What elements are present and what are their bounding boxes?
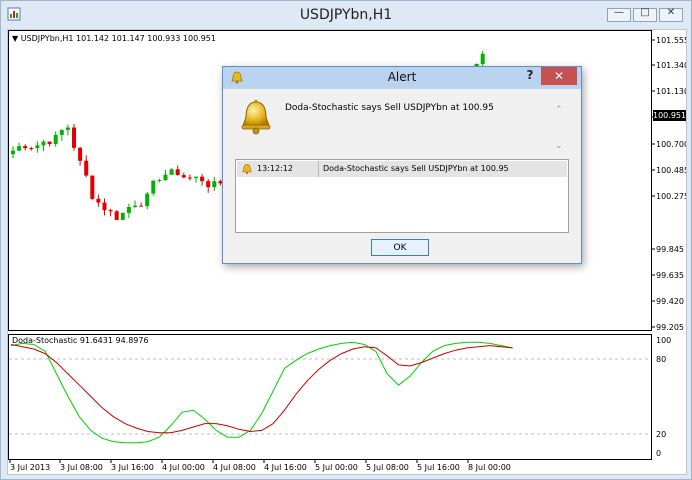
ok-button[interactable]: OK bbox=[371, 239, 429, 256]
alert-message-area: Doda-Stochastic says Sell USDJPYbn at 10… bbox=[223, 89, 581, 159]
candle-body bbox=[102, 202, 107, 211]
candle-body bbox=[206, 181, 211, 188]
candle-body bbox=[126, 207, 131, 213]
osc-tick-label: 0 bbox=[656, 449, 661, 458]
price-axis: 101.555101.340101.130100.915100.700100.4… bbox=[651, 36, 686, 332]
help-button[interactable]: ? bbox=[521, 68, 539, 86]
candle-body bbox=[17, 146, 22, 151]
price-tick-label: 99.420 bbox=[656, 297, 684, 306]
candle-body bbox=[84, 160, 89, 176]
time-tick-label: 4 Jul 00:00 bbox=[162, 463, 205, 472]
time-tick-label: 5 Jul 00:00 bbox=[315, 463, 358, 472]
candle-body bbox=[169, 169, 174, 175]
price-tick-label: 99.205 bbox=[656, 323, 684, 332]
time-tick-label: 3 Jul 2013 bbox=[10, 463, 50, 472]
main-line bbox=[10, 344, 513, 434]
maximize-icon: □ bbox=[640, 7, 650, 18]
time-axis: 3 Jul 2013 3 Jul 08:00 3 Jul 16:00 4 Jul 00… bbox=[9, 460, 511, 472]
alert-dialog[interactable]: Alert ? ✕ Doda-Stochastic says Sell USDJ… bbox=[222, 66, 582, 264]
candle-body bbox=[120, 212, 125, 220]
candle-body bbox=[47, 141, 52, 145]
bell-icon bbox=[241, 99, 271, 135]
osc-tick-label: 80 bbox=[656, 355, 666, 364]
candle-body bbox=[53, 134, 58, 145]
price-tick-label: 99.845 bbox=[656, 245, 684, 254]
oscillator-group bbox=[10, 341, 513, 444]
scroll-down-icon[interactable]: ⌄ bbox=[555, 141, 563, 151]
candle-body bbox=[114, 211, 119, 220]
candle-body bbox=[96, 198, 101, 203]
candle-body bbox=[194, 176, 198, 178]
candle-body bbox=[175, 169, 180, 176]
current-price-tag: 100.951 bbox=[653, 110, 687, 121]
time-tick-label: 3 Jul 08:00 bbox=[60, 463, 103, 472]
scroll-up-icon[interactable]: ⌃ bbox=[555, 105, 563, 115]
candle-body bbox=[90, 175, 95, 199]
candle-body bbox=[151, 180, 156, 194]
row-time: 13:12:12 bbox=[257, 164, 293, 173]
candle-body bbox=[59, 129, 64, 135]
oscillator-label: Doda-Stochastic 91.6431 94.8976 bbox=[12, 336, 149, 345]
candle-body bbox=[11, 150, 15, 155]
price-tick-label: 100.485 bbox=[656, 166, 686, 175]
close-button[interactable]: ✕ bbox=[659, 7, 683, 22]
price-tick-label: 99.635 bbox=[656, 271, 684, 280]
price-tick-label: 101.555 bbox=[656, 36, 686, 45]
candle-body bbox=[157, 180, 162, 182]
alert-message: Doda-Stochastic says Sell USDJPYbn at 10… bbox=[285, 103, 494, 113]
candle-body bbox=[23, 146, 28, 149]
bell-icon bbox=[242, 164, 252, 175]
price-tick-label: 101.340 bbox=[656, 61, 686, 70]
price-tick-label: 100.275 bbox=[656, 192, 686, 201]
symbol-quote-text: USDJPYbn,H1 101.142 101.147 100.933 100.… bbox=[20, 34, 216, 43]
time-tick-label: 8 Jul 00:00 bbox=[468, 463, 511, 472]
osc-tick-label: 20 bbox=[656, 430, 666, 439]
alert-titlebar[interactable]: Alert ? ✕ bbox=[223, 67, 581, 89]
minimize-icon: — bbox=[614, 7, 624, 18]
candle-body bbox=[72, 127, 76, 148]
candle-body bbox=[187, 177, 192, 179]
price-tick-label: 101.130 bbox=[656, 87, 686, 96]
candle-body bbox=[65, 127, 70, 130]
candle-body bbox=[212, 181, 217, 188]
minimize-button[interactable]: — bbox=[607, 7, 631, 22]
candle-body bbox=[29, 148, 34, 150]
candle-body bbox=[145, 193, 150, 207]
maximize-button[interactable]: □ bbox=[633, 7, 657, 22]
close-icon: ✕ bbox=[666, 7, 676, 18]
candle-body bbox=[41, 141, 46, 146]
time-tick-label: 3 Jul 16:00 bbox=[111, 463, 154, 472]
window-titlebar[interactable]: USDJPYbn,H1 — □ ✕ bbox=[1, 1, 691, 29]
osc-panel-border bbox=[8, 334, 652, 460]
candle-body bbox=[181, 175, 186, 178]
oscillator-axis: 100 80 20 0 bbox=[656, 336, 671, 458]
column-divider bbox=[318, 161, 319, 177]
candle-body bbox=[133, 205, 137, 208]
symbol-label: ▼ USDJPYbn,H1 101.142 101.147 100.933 10… bbox=[12, 34, 216, 43]
row-message: Doda-Stochastic says Sell USDJPYbn at 10… bbox=[323, 164, 509, 173]
list-item[interactable]: 13:12:12 Doda-Stochastic says Sell USDJP… bbox=[237, 161, 567, 177]
time-tick-label: 5 Jul 16:00 bbox=[417, 463, 460, 472]
time-tick-label: 5 Jul 08:00 bbox=[366, 463, 409, 472]
alert-history-list[interactable]: 13:12:12 Doda-Stochastic says Sell USDJP… bbox=[235, 159, 569, 233]
candle-body bbox=[163, 174, 168, 181]
candle-body bbox=[78, 147, 83, 161]
candle-body bbox=[200, 176, 205, 182]
window-title: USDJPYbn,H1 bbox=[299, 7, 393, 23]
time-tick-label: 4 Jul 16:00 bbox=[264, 463, 307, 472]
alert-close-button[interactable]: ✕ bbox=[541, 67, 577, 85]
candle-body bbox=[108, 210, 113, 212]
candle-body bbox=[35, 145, 40, 149]
dropdown-triangle-icon[interactable]: ▼ bbox=[12, 34, 18, 43]
candle-body bbox=[139, 205, 144, 207]
candle-body bbox=[480, 53, 485, 64]
osc-tick-label: 100 bbox=[656, 336, 671, 345]
price-tick-label: 100.700 bbox=[656, 140, 686, 149]
time-tick-label: 4 Jul 08:00 bbox=[213, 463, 256, 472]
